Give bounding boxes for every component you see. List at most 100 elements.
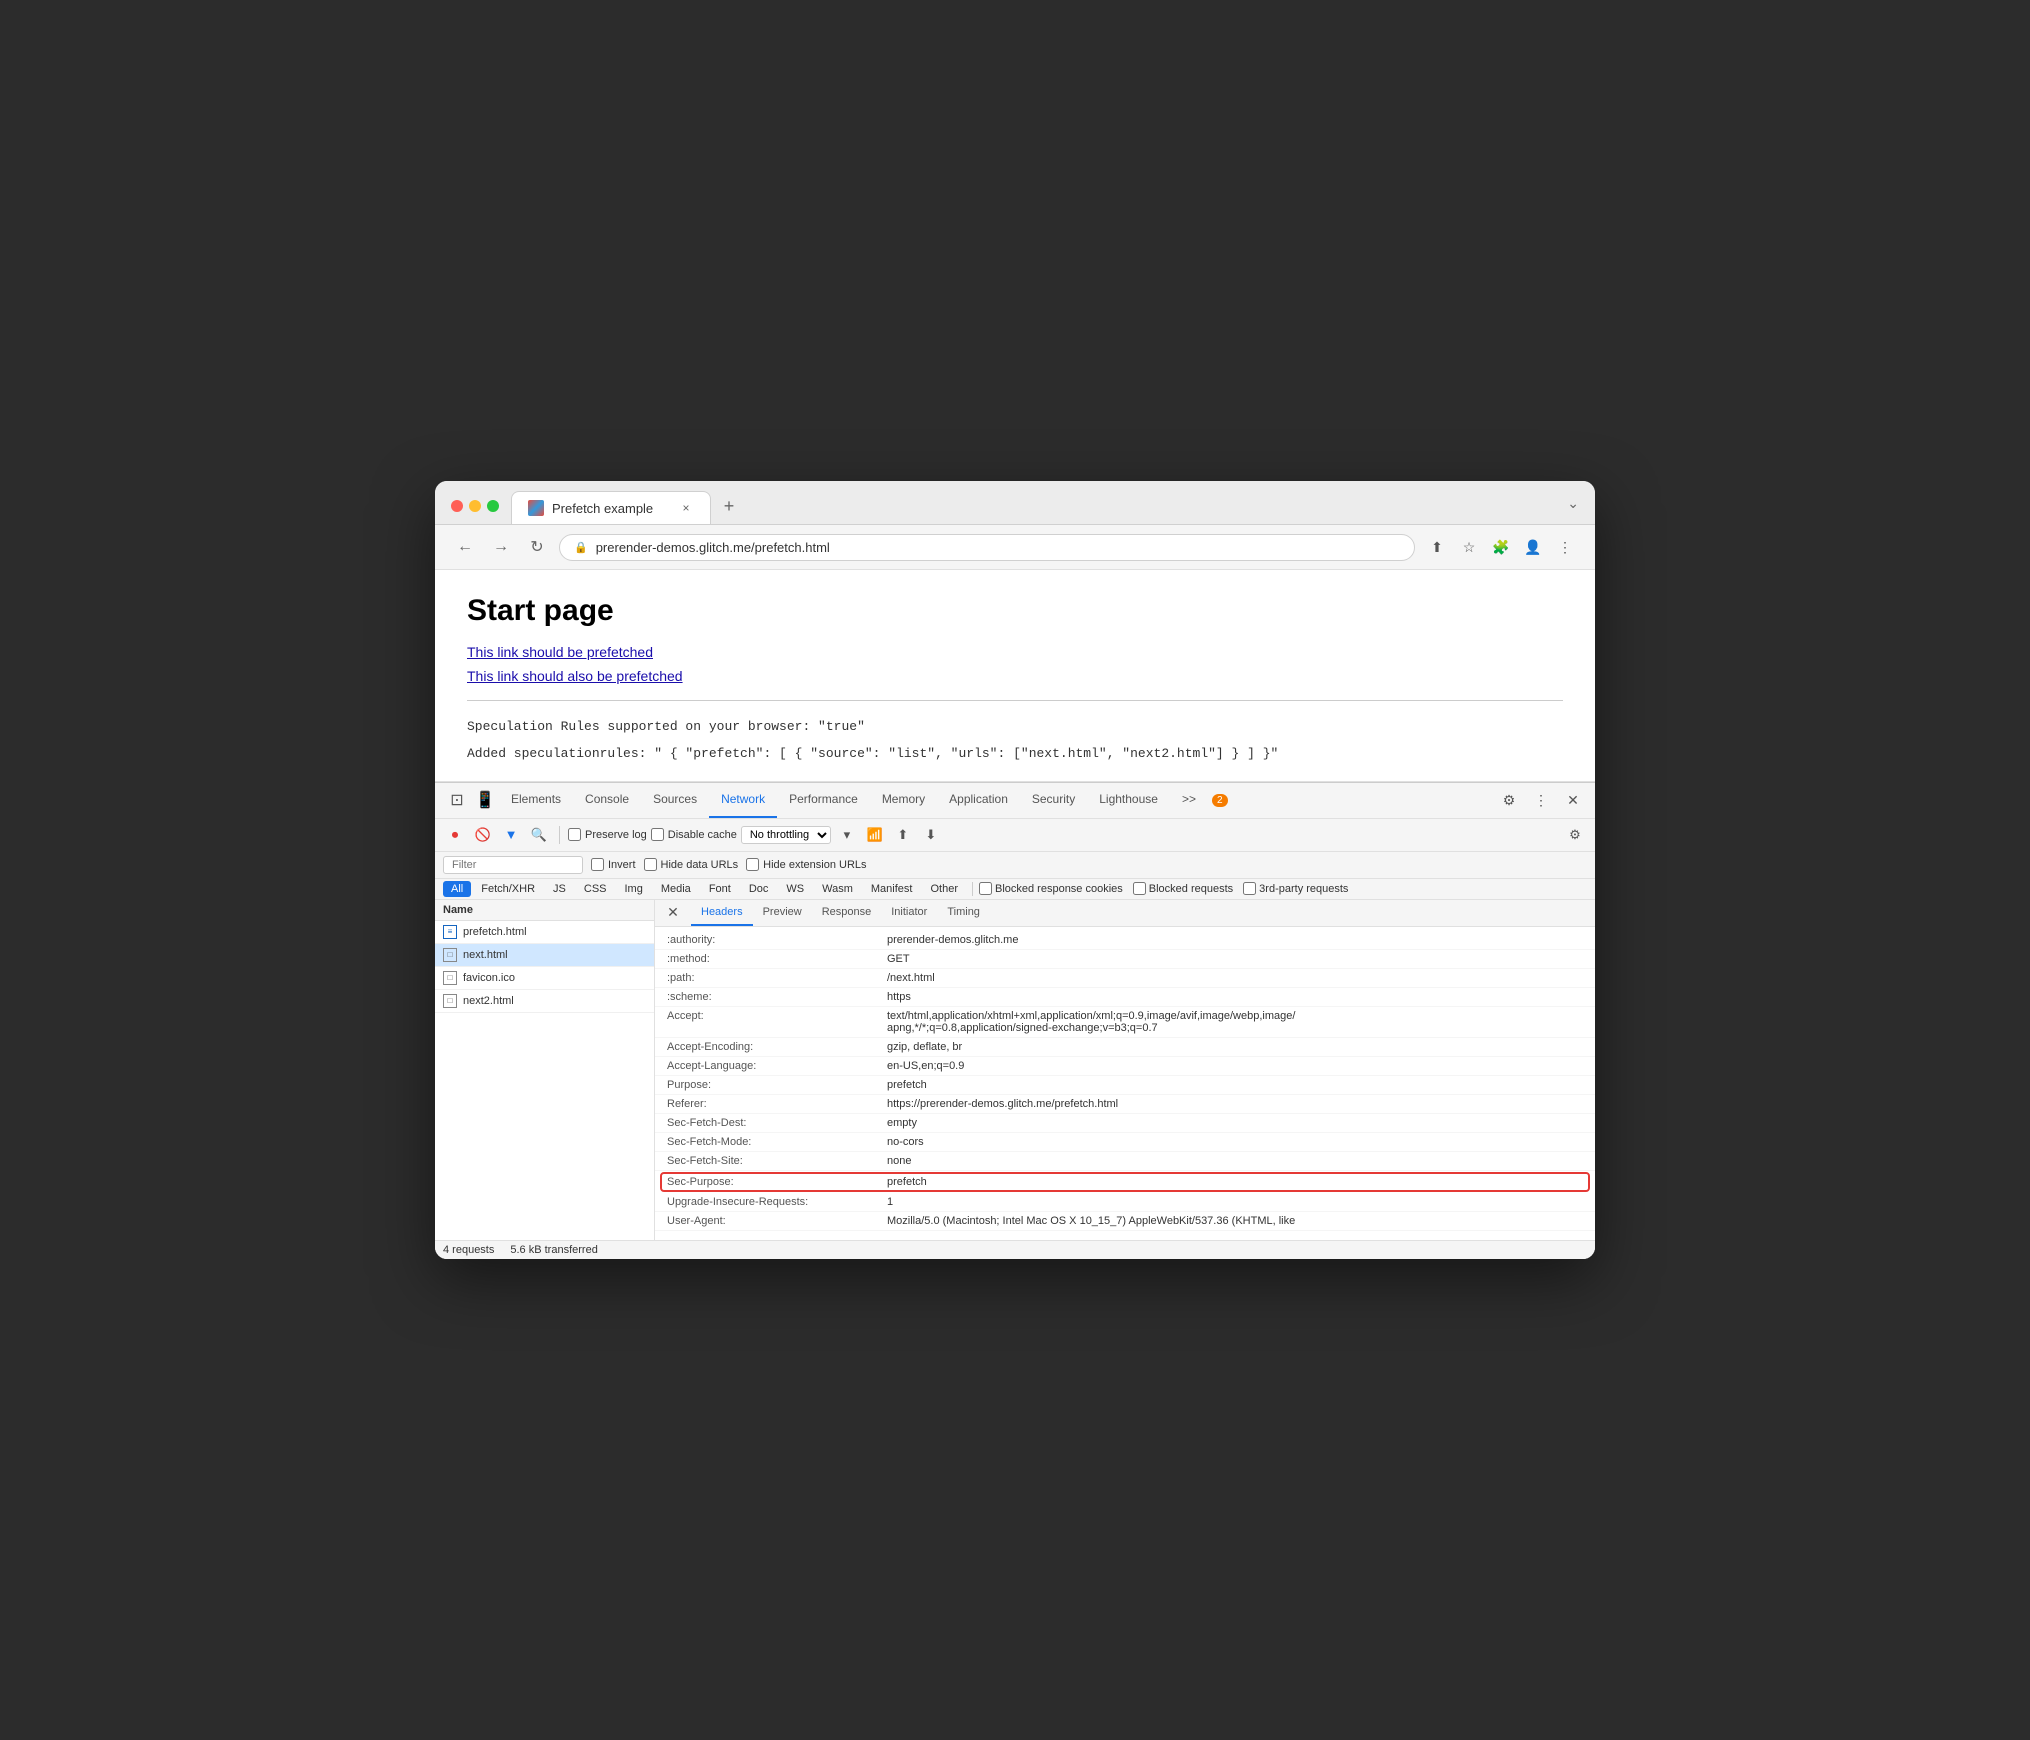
active-tab[interactable]: Prefetch example × xyxy=(511,491,711,524)
table-row[interactable]: □ next2.html xyxy=(435,990,654,1013)
tab-network[interactable]: Network xyxy=(709,783,777,818)
tab-initiator[interactable]: Initiator xyxy=(881,900,937,926)
network-main-panel: Name ≡ prefetch.html □ next.html □ favic… xyxy=(435,900,1595,1240)
extensions-icon[interactable]: 🧩 xyxy=(1487,533,1515,561)
status-bar: 4 requests 5.6 kB transferred xyxy=(435,1240,1595,1259)
throttling-select[interactable]: No throttling xyxy=(741,826,831,844)
hide-data-urls-label[interactable]: Hide data URLs xyxy=(644,858,739,871)
type-fetch-xhr-button[interactable]: Fetch/XHR xyxy=(473,881,543,897)
wifi-icon[interactable]: 📶 xyxy=(863,823,887,847)
tab-more[interactable]: >> xyxy=(1170,783,1208,818)
devtools-settings-icon[interactable]: ⚙ xyxy=(1495,786,1523,814)
header-row-sec-fetch-site: Sec-Fetch-Site: none xyxy=(655,1152,1595,1171)
close-traffic-light[interactable] xyxy=(451,500,463,512)
type-other-button[interactable]: Other xyxy=(922,881,966,897)
profile-icon[interactable]: 👤 xyxy=(1519,533,1547,561)
blocked-requests-checkbox[interactable] xyxy=(1133,882,1146,895)
hide-extension-urls-label[interactable]: Hide extension URLs xyxy=(746,858,866,871)
minimize-traffic-light[interactable] xyxy=(469,500,481,512)
devtools-close-icon[interactable]: ✕ xyxy=(1559,786,1587,814)
refresh-button[interactable]: ↻ xyxy=(523,533,551,561)
hide-data-urls-checkbox[interactable] xyxy=(644,858,657,871)
throttling-dropdown-icon[interactable]: ▾ xyxy=(835,823,859,847)
type-ws-button[interactable]: WS xyxy=(778,881,812,897)
search-button[interactable]: 🔍 xyxy=(527,823,551,847)
third-party-label[interactable]: 3rd-party requests xyxy=(1243,882,1348,895)
table-row[interactable]: □ next.html xyxy=(435,944,654,967)
hide-extension-urls-checkbox[interactable] xyxy=(746,858,759,871)
tab-performance[interactable]: Performance xyxy=(777,783,870,818)
tab-memory[interactable]: Memory xyxy=(870,783,937,818)
clear-button[interactable]: 🚫 xyxy=(471,823,495,847)
header-name: :method: xyxy=(667,953,887,965)
type-font-button[interactable]: Font xyxy=(701,881,739,897)
filter-button[interactable]: ▼ xyxy=(499,823,523,847)
upload-icon[interactable]: ⬆ xyxy=(891,823,915,847)
invert-label[interactable]: Invert xyxy=(591,858,636,871)
tab-sources[interactable]: Sources xyxy=(641,783,709,818)
tab-response[interactable]: Response xyxy=(812,900,882,926)
back-button[interactable]: ← xyxy=(451,533,479,561)
type-css-button[interactable]: CSS xyxy=(576,881,615,897)
type-media-button[interactable]: Media xyxy=(653,881,699,897)
type-manifest-button[interactable]: Manifest xyxy=(863,881,921,897)
share-icon[interactable]: ⬆ xyxy=(1423,533,1451,561)
preserve-log-label[interactable]: Preserve log xyxy=(568,828,647,841)
preserve-log-checkbox[interactable] xyxy=(568,828,581,841)
blocked-response-cookies-label[interactable]: Blocked response cookies xyxy=(979,882,1123,895)
filter-input[interactable] xyxy=(443,856,583,874)
headers-panel-close[interactable]: ✕ xyxy=(663,903,683,923)
download-icon[interactable]: ⬇ xyxy=(919,823,943,847)
page-code-line1: Speculation Rules supported on your brow… xyxy=(467,717,1563,738)
third-party-checkbox[interactable] xyxy=(1243,882,1256,895)
file-list: Name ≡ prefetch.html □ next.html □ favic… xyxy=(435,900,655,1240)
prefetch-link-1[interactable]: This link should be prefetched xyxy=(467,644,1563,660)
blocked-requests-label[interactable]: Blocked requests xyxy=(1133,882,1233,895)
tab-security[interactable]: Security xyxy=(1020,783,1087,818)
maximize-traffic-light[interactable] xyxy=(487,500,499,512)
header-value: prerender-demos.glitch.me xyxy=(887,934,1583,946)
new-tab-button[interactable]: + xyxy=(715,492,743,520)
type-js-button[interactable]: JS xyxy=(545,881,574,897)
type-wasm-button[interactable]: Wasm xyxy=(814,881,861,897)
network-settings-icon[interactable]: ⚙ xyxy=(1563,823,1587,847)
tab-elements[interactable]: Elements xyxy=(499,783,573,818)
url-bar[interactable]: 🔒 prerender-demos.glitch.me/prefetch.htm… xyxy=(559,534,1415,561)
bookmark-icon[interactable]: ☆ xyxy=(1455,533,1483,561)
record-button[interactable]: ⏺ xyxy=(443,823,467,847)
tab-overflow-button[interactable]: ⌄ xyxy=(1567,495,1579,524)
invert-checkbox[interactable] xyxy=(591,858,604,871)
header-name: Accept-Language: xyxy=(667,1060,887,1072)
tab-headers[interactable]: Headers xyxy=(691,900,753,926)
header-row-sec-purpose: Sec-Purpose: prefetch xyxy=(661,1173,1589,1191)
header-value: https xyxy=(887,991,1583,1003)
prefetch-link-2[interactable]: This link should also be prefetched xyxy=(467,668,1563,684)
filter-checkboxes: Invert Hide data URLs Hide extension URL… xyxy=(591,858,867,871)
header-name: Sec-Fetch-Mode: xyxy=(667,1136,887,1148)
header-row-scheme: :scheme: https xyxy=(655,988,1595,1007)
devtools-inspect-icon[interactable]: ⊡ xyxy=(443,786,471,814)
type-filter-bar: All Fetch/XHR JS CSS Img Media Font Doc … xyxy=(435,879,1595,900)
table-row[interactable]: □ favicon.ico xyxy=(435,967,654,990)
disable-cache-checkbox[interactable] xyxy=(651,828,664,841)
tab-lighthouse[interactable]: Lighthouse xyxy=(1087,783,1170,818)
type-img-button[interactable]: Img xyxy=(617,881,651,897)
header-value: prefetch xyxy=(887,1176,1583,1188)
forward-button[interactable]: → xyxy=(487,533,515,561)
devtools-device-icon[interactable]: 📱 xyxy=(471,786,499,814)
devtools-more-icon[interactable]: ⋮ xyxy=(1527,786,1555,814)
disable-cache-label[interactable]: Disable cache xyxy=(651,828,737,841)
tab-console[interactable]: Console xyxy=(573,783,641,818)
type-all-button[interactable]: All xyxy=(443,881,471,897)
file-name: next.html xyxy=(463,949,508,961)
tab-close-button[interactable]: × xyxy=(678,500,694,516)
devtools-tab-bar: ⊡ 📱 Elements Console Sources Network Per… xyxy=(435,783,1595,819)
menu-icon[interactable]: ⋮ xyxy=(1551,533,1579,561)
tab-timing[interactable]: Timing xyxy=(937,900,990,926)
table-row[interactable]: ≡ prefetch.html xyxy=(435,921,654,944)
header-value: text/html,application/xhtml+xml,applicat… xyxy=(887,1010,1583,1034)
blocked-response-cookies-checkbox[interactable] xyxy=(979,882,992,895)
type-doc-button[interactable]: Doc xyxy=(741,881,777,897)
tab-preview[interactable]: Preview xyxy=(753,900,812,926)
tab-application[interactable]: Application xyxy=(937,783,1020,818)
